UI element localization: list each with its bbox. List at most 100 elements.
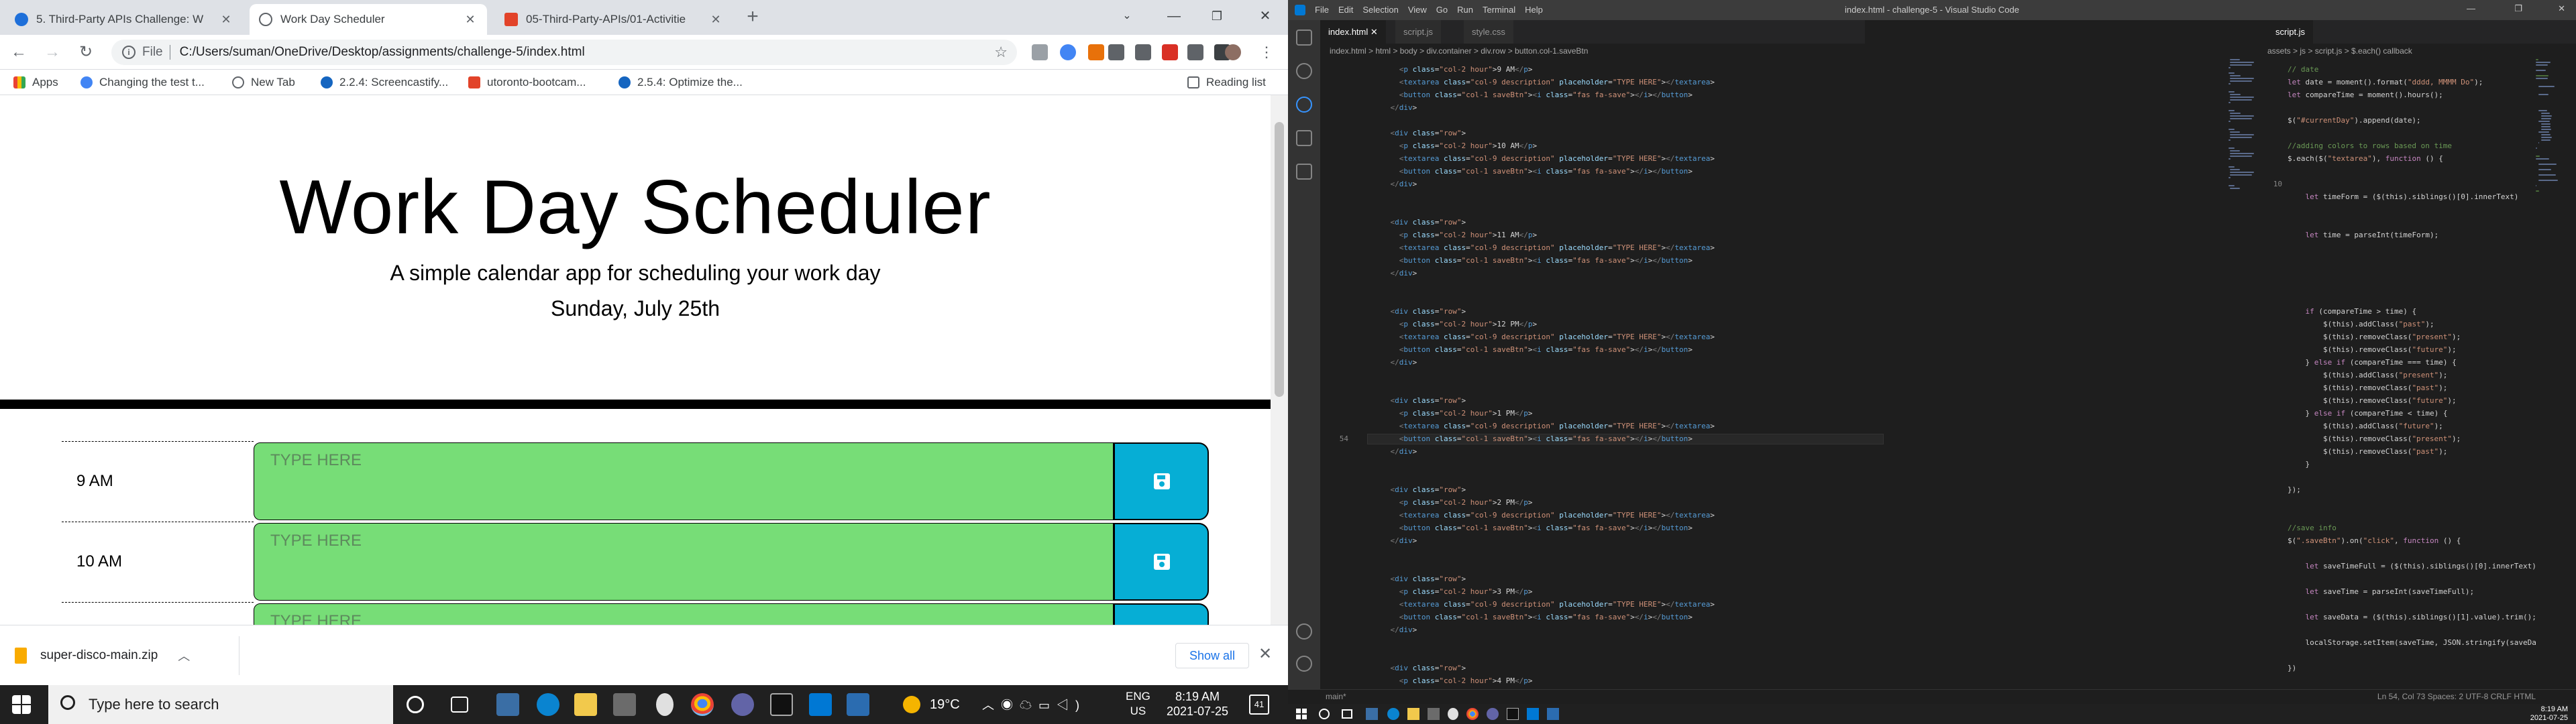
extension-icon[interactable] (1108, 44, 1124, 60)
description-textarea[interactable]: TYPE HERE (254, 523, 1114, 601)
task-view-icon[interactable] (1342, 709, 1352, 719)
account-icon[interactable] (1296, 623, 1312, 640)
bookmark-item[interactable]: 2.2.4: Screencastify... (321, 74, 448, 91)
restore-button[interactable]: ❐ (1198, 4, 1236, 28)
code-line[interactable]: </div> (1373, 179, 1417, 190)
file-explorer-icon[interactable] (1407, 708, 1419, 720)
tab-index-html[interactable]: index.html ✕ (1320, 20, 1386, 44)
code-line[interactable]: $(this).removeClass("present"); (2288, 434, 2461, 444)
code-line[interactable]: // date (2288, 64, 2318, 75)
chevron-up-icon[interactable]: ︿ (178, 647, 190, 664)
weather-widget[interactable]: 19°C (903, 685, 960, 724)
extensions-icon[interactable] (1296, 164, 1312, 180)
code-line[interactable]: } (2288, 459, 2310, 470)
code-line[interactable]: <textarea class="col-9 description" plac… (1373, 332, 1715, 343)
code-line[interactable]: <textarea class="col-9 description" plac… (1373, 599, 1715, 610)
code-line[interactable]: <p class="col-2 hour">10 AM</p> (1373, 141, 1537, 152)
code-editor-right[interactable]: // date let date = moment().format("dddd,… (2254, 59, 2536, 688)
code-line[interactable]: $(this).addClass("future"); (2288, 421, 2443, 432)
terminal-icon[interactable] (770, 693, 793, 716)
code-line[interactable]: //save info (2288, 523, 2337, 534)
teams-icon[interactable] (731, 693, 754, 716)
url-text[interactable]: C:/Users/suman/OneDrive/Desktop/assignme… (180, 45, 585, 60)
code-line[interactable]: }); (2288, 485, 2301, 495)
description-textarea[interactable]: TYPE HERE (254, 603, 1114, 625)
code-line[interactable]: <div class="row"> (1373, 663, 1466, 674)
code-line[interactable]: $(this).removeClass("present"); (2288, 332, 2461, 343)
gear-icon[interactable] (1296, 656, 1312, 672)
code-line[interactable]: <p class="col-2 hour">1 PM</p> (1373, 408, 1533, 419)
code-line[interactable]: <p class="col-2 hour">11 AM</p> (1373, 230, 1537, 241)
windows-start-icon[interactable] (12, 695, 31, 714)
page-scrollbar[interactable] (1271, 95, 1288, 625)
code-line[interactable]: } else if (compareTime === time) { (2288, 357, 2456, 368)
code-line[interactable]: $(this).removeClass("future"); (2288, 345, 2457, 355)
bookmark-item[interactable]: Changing the test t... (80, 74, 205, 91)
download-item[interactable]: super-disco-main.zip ︿ (15, 639, 190, 672)
tab-script-js[interactable]: script.js (2267, 20, 2314, 44)
close-icon[interactable]: ✕ (708, 13, 723, 27)
extension-icon[interactable] (1162, 44, 1178, 60)
code-line[interactable]: let timeForm = ($(this).siblings()[0].in… (2288, 192, 2519, 202)
tab-script-js[interactable]: script.js (1395, 20, 1442, 44)
windows-start-icon[interactable] (1296, 709, 1307, 719)
extension-icon[interactable] (1135, 44, 1151, 60)
show-all-button[interactable]: Show all (1175, 643, 1249, 668)
code-line[interactable]: <textarea class="col-9 description" plac… (1373, 421, 1715, 432)
scrollbar-thumb[interactable] (1275, 122, 1284, 397)
extension-icon[interactable] (1032, 44, 1048, 60)
tab-gitlab[interactable]: 05-Third-Party-APIs/01-Activitie ✕ (495, 4, 733, 35)
edge-icon[interactable] (1387, 708, 1399, 720)
code-line[interactable]: </div> (1373, 357, 1417, 368)
search-icon[interactable] (1319, 709, 1330, 719)
code-line[interactable]: <textarea class="col-9 description" plac… (1373, 243, 1715, 253)
code-line[interactable]: $(this).removeClass("past"); (2288, 446, 2447, 457)
code-line[interactable]: }) (2288, 663, 2296, 674)
code-line[interactable]: $("#currentDay").append(date); (2288, 115, 2421, 126)
extension-icon[interactable] (1088, 44, 1104, 60)
window-close-button[interactable]: ✕ (1246, 4, 1284, 28)
info-icon[interactable]: i (122, 46, 136, 59)
photos-icon[interactable] (847, 693, 869, 716)
code-line[interactable]: <button class="col-1 saveBtn"><i class="… (1373, 345, 1693, 355)
code-line[interactable]: if (compareTime > time) { (2288, 306, 2417, 317)
minimize-button[interactable]: — (2467, 3, 2475, 13)
close-icon[interactable]: ✕ (1258, 644, 1272, 664)
more-menu-icon[interactable]: ⋮ (1256, 42, 1277, 63)
status-right[interactable]: Ln 54, Col 73 Spaces: 2 UTF-8 CRLF HTML (2377, 692, 2536, 701)
news-icon[interactable] (1366, 708, 1378, 720)
chrome-icon[interactable] (691, 693, 714, 716)
avatar[interactable] (1225, 44, 1241, 60)
code-line[interactable]: <div class="row"> (1373, 574, 1466, 585)
cortana-icon[interactable] (407, 696, 424, 713)
store-icon[interactable] (1428, 708, 1440, 720)
code-line[interactable]: <div class="row"> (1373, 306, 1466, 317)
code-line[interactable]: let saveData = ($(this).siblings()[1].va… (2288, 612, 2536, 623)
bookmark-item[interactable]: utoronto-bootcam... (468, 74, 586, 91)
code-line[interactable]: let compareTime = moment().hours(); (2288, 90, 2443, 101)
code-line[interactable]: $(this).addClass("past"); (2288, 319, 2434, 330)
edge-icon[interactable] (537, 693, 559, 716)
code-line[interactable]: <textarea class="col-9 description" plac… (1373, 77, 1715, 88)
code-line[interactable]: <p class="col-2 hour">4 PM</p> (1373, 676, 1533, 686)
alien-icon[interactable] (656, 693, 674, 716)
store-icon[interactable] (613, 693, 636, 716)
code-line[interactable]: localStorage.setItem(saveTime, JSON.stri… (2288, 638, 2536, 648)
code-line[interactable]: </div> (1373, 268, 1417, 279)
system-tray-icons[interactable]: ︿◉☁▭◁) (982, 685, 1086, 724)
breadcrumb[interactable]: assets > js > script.js > $.each() callb… (2267, 44, 2412, 58)
minimize-button[interactable]: — (1155, 4, 1193, 28)
new-tab-button[interactable]: + (743, 5, 762, 29)
code-line[interactable]: <button class="col-1 saveBtn"><i class="… (1373, 523, 1693, 534)
code-line[interactable]: <div class="row"> (1373, 485, 1466, 495)
code-line[interactable]: </div> (1373, 446, 1417, 457)
tab-work-day-scheduler[interactable]: Work Day Scheduler ✕ (250, 4, 487, 35)
code-line[interactable]: let saveTime = parseInt(saveTimeFull); (2288, 587, 2475, 597)
extension-icon[interactable] (1060, 44, 1076, 60)
code-line[interactable]: $(".saveBtn").on("click", function () { (2288, 536, 2461, 546)
code-line[interactable]: $(this).removeClass("past"); (2288, 383, 2447, 394)
code-line[interactable]: </div> (1373, 103, 1417, 113)
code-line[interactable]: <textarea class="col-9 description" plac… (1373, 510, 1715, 521)
bookmark-item[interactable]: New Tab (232, 74, 295, 91)
code-line[interactable]: <p class="col-2 hour">9 AM</p> (1373, 64, 1533, 75)
